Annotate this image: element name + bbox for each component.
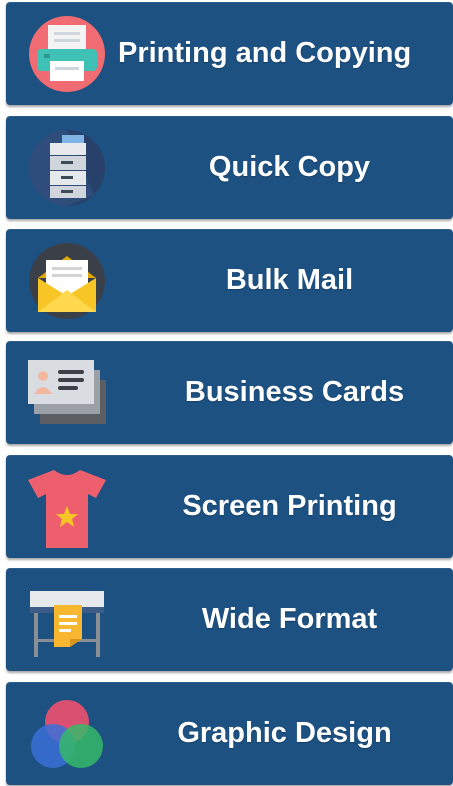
business-cards-label: Business Cards — [184, 376, 405, 408]
business-card-icon — [24, 350, 110, 436]
plotter-icon — [24, 577, 110, 663]
envelope-icon — [24, 238, 110, 324]
quick-copy-label: Quick Copy — [208, 151, 371, 183]
quick-copy-button[interactable]: Quick Copy — [6, 116, 453, 219]
services-menu: Printing and Copying Quick Copy Bulk Mai… — [0, 0, 453, 786]
copier-icon — [24, 125, 110, 211]
graphic-design-button[interactable]: Graphic Design — [6, 682, 453, 785]
bulk-mail-label: Bulk Mail — [225, 264, 354, 296]
bulk-mail-button[interactable]: Bulk Mail — [6, 229, 453, 332]
wide-format-label: Wide Format — [201, 603, 378, 635]
wide-format-button[interactable]: Wide Format — [6, 568, 453, 671]
graphic-design-label: Graphic Design — [177, 717, 392, 749]
printer-icon — [24, 11, 110, 97]
screen-printing-button[interactable]: Screen Printing — [6, 455, 453, 558]
color-circles-icon — [24, 691, 110, 777]
tshirt-icon — [24, 464, 110, 550]
printing-and-copying-button[interactable]: Printing and Copying — [6, 2, 453, 105]
screen-printing-label: Screen Printing — [182, 490, 397, 522]
printing-and-copying-label: Printing and Copying — [118, 37, 412, 69]
business-cards-button[interactable]: Business Cards — [6, 341, 453, 444]
